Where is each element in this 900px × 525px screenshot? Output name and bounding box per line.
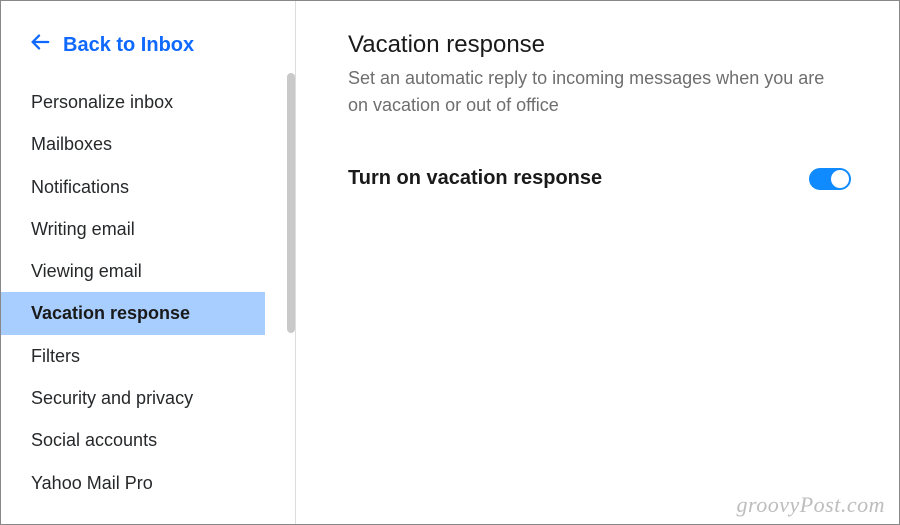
- arrow-left-icon: [29, 31, 51, 59]
- sidebar-item-personalize-inbox[interactable]: Personalize inbox: [1, 81, 295, 123]
- sidebar-item-yahoo-mail-pro[interactable]: Yahoo Mail Pro: [1, 462, 295, 504]
- vacation-response-toggle[interactable]: [809, 168, 851, 190]
- sidebar-item-writing-email[interactable]: Writing email: [1, 208, 295, 250]
- settings-main: Vacation response Set an automatic reply…: [296, 1, 899, 524]
- sidebar-item-viewing-email[interactable]: Viewing email: [1, 250, 295, 292]
- page-title: Vacation response: [348, 31, 851, 59]
- back-to-inbox-label: Back to Inbox: [63, 34, 194, 57]
- sidebar-item-vacation-response[interactable]: Vacation response: [1, 292, 265, 334]
- settings-layout: Back to Inbox Personalize inbox Mailboxe…: [1, 1, 899, 524]
- sidebar-scrollbar[interactable]: [287, 73, 295, 333]
- page-description: Set an automatic reply to incoming messa…: [348, 65, 828, 119]
- sidebar-item-security-privacy[interactable]: Security and privacy: [1, 377, 295, 419]
- sidebar-item-mailboxes[interactable]: Mailboxes: [1, 123, 295, 165]
- settings-sidebar: Back to Inbox Personalize inbox Mailboxe…: [1, 1, 296, 524]
- sidebar-item-notifications[interactable]: Notifications: [1, 166, 295, 208]
- vacation-toggle-row: Turn on vacation response: [348, 167, 851, 190]
- settings-nav-list: Personalize inbox Mailboxes Notification…: [1, 81, 295, 504]
- back-to-inbox-link[interactable]: Back to Inbox: [1, 9, 295, 81]
- vacation-toggle-label: Turn on vacation response: [348, 167, 602, 190]
- toggle-knob: [831, 170, 849, 188]
- sidebar-item-filters[interactable]: Filters: [1, 335, 295, 377]
- sidebar-item-social-accounts[interactable]: Social accounts: [1, 419, 295, 461]
